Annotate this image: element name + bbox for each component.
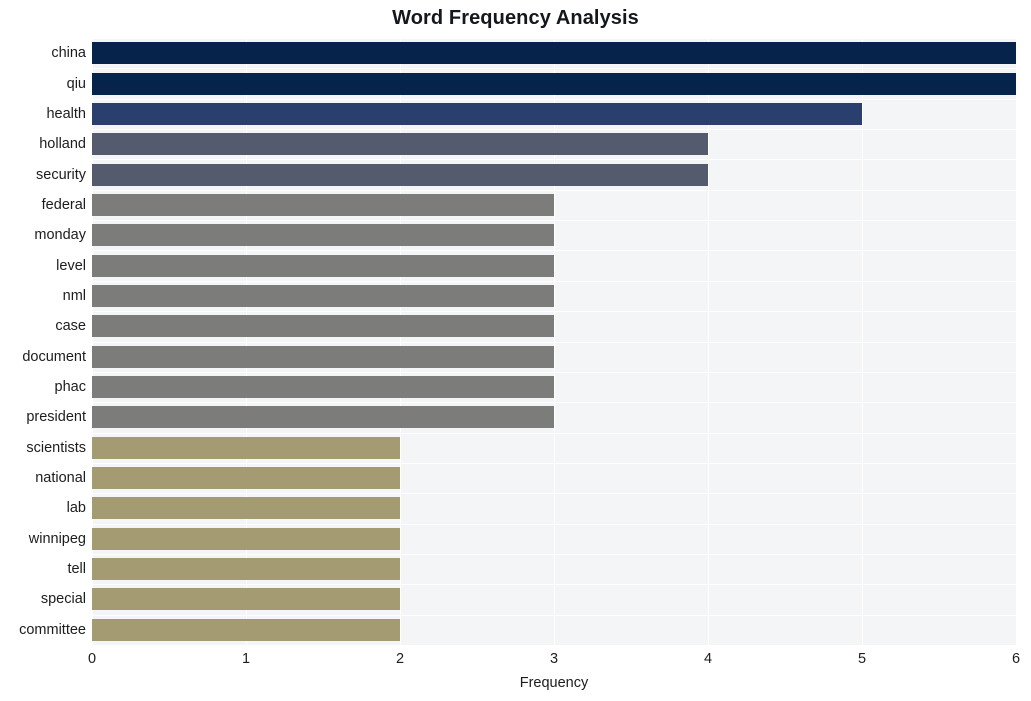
gridline-horizontal — [92, 38, 1016, 39]
bar-case — [92, 315, 554, 338]
x-tick-label: 5 — [857, 651, 867, 667]
bar-health — [92, 102, 862, 125]
gridline-horizontal — [92, 463, 1016, 464]
bar-president — [92, 406, 554, 429]
x-axis: 0 1 2 3 4 5 6 — [88, 645, 1020, 671]
y-tick-label: security — [36, 166, 86, 183]
y-tick-label: health — [46, 105, 86, 122]
y-tick-label: case — [55, 318, 86, 335]
bar-scientists — [92, 436, 400, 459]
gridline-horizontal — [92, 129, 1016, 130]
x-tick-label: 1 — [241, 651, 251, 667]
y-tick-label: holland — [39, 136, 86, 153]
gridline-vertical — [1016, 38, 1017, 645]
gridline-horizontal — [92, 402, 1016, 403]
gridline-horizontal — [92, 190, 1016, 191]
bar-nml — [92, 284, 554, 307]
bar-federal — [92, 193, 554, 216]
gridline-horizontal — [92, 493, 1016, 494]
x-tick-label: 2 — [395, 651, 405, 667]
y-tick-label: committee — [19, 621, 86, 638]
bar-qiu — [92, 72, 1016, 95]
bar-level — [92, 254, 554, 277]
bar-monday — [92, 224, 554, 247]
gridline-horizontal — [92, 220, 1016, 221]
bar-holland — [92, 133, 708, 156]
bar-document — [92, 345, 554, 368]
y-tick-label: monday — [34, 227, 86, 244]
y-tick-label: president — [26, 409, 86, 426]
y-tick-label: winnipeg — [28, 530, 86, 547]
y-tick-label: tell — [67, 561, 86, 578]
gridline-horizontal — [92, 311, 1016, 312]
bar-phac — [92, 376, 554, 399]
y-axis: china qiu health holland security federal mond… — [0, 38, 86, 645]
gridline-horizontal — [92, 159, 1016, 160]
gridline-horizontal — [92, 68, 1016, 69]
x-axis-label: Frequency — [519, 675, 589, 691]
plot-area — [92, 38, 1017, 646]
gridline-horizontal — [92, 372, 1016, 373]
gridline-horizontal — [92, 342, 1016, 343]
gridline-horizontal — [92, 615, 1016, 616]
gridline-horizontal — [92, 524, 1016, 525]
gridline-horizontal — [92, 433, 1016, 434]
bar-tell — [92, 558, 400, 581]
bar-special — [92, 588, 400, 611]
x-tick-label: 4 — [703, 651, 713, 667]
y-tick-label: phac — [54, 379, 86, 396]
gridline-horizontal — [92, 554, 1016, 555]
page-title: Word Frequency Analysis — [392, 7, 639, 29]
x-tick-label: 6 — [1011, 651, 1021, 667]
y-tick-label: china — [51, 45, 86, 62]
gridline-horizontal — [92, 250, 1016, 251]
chart-figure: Word Frequency Analysis china qiu health ho… — [0, 0, 1031, 701]
y-tick-label: nml — [62, 287, 86, 304]
gridline-horizontal — [92, 584, 1016, 585]
bar-security — [92, 163, 708, 186]
x-tick-label: 3 — [549, 651, 559, 667]
x-tick-label: 0 — [87, 651, 97, 667]
y-tick-label: level — [56, 257, 86, 274]
y-tick-label: scientists — [26, 439, 86, 456]
y-tick-label: national — [35, 470, 86, 487]
gridline-horizontal — [92, 99, 1016, 100]
bar-china — [92, 42, 1016, 65]
y-tick-label: special — [40, 591, 86, 608]
bar-committee — [92, 618, 400, 641]
bar-winnipeg — [92, 527, 400, 550]
y-tick-label: document — [22, 348, 86, 365]
bar-national — [92, 467, 400, 490]
y-tick-label: qiu — [66, 75, 86, 92]
y-tick-label: federal — [41, 196, 86, 213]
bar-lab — [92, 497, 400, 520]
y-tick-label: lab — [66, 500, 86, 517]
gridline-horizontal — [92, 281, 1016, 282]
